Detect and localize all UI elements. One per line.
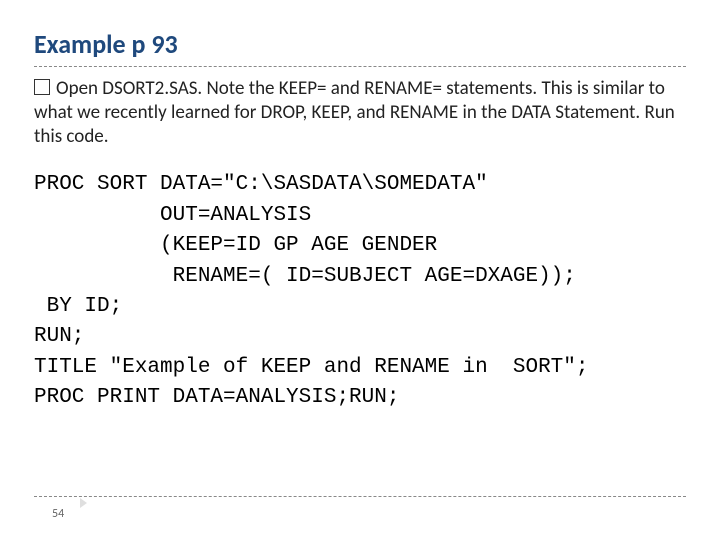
code-line: OUT=ANALYSIS [34, 204, 311, 227]
code-line: RENAME=( ID=SUBJECT AGE=DXAGE)); [34, 265, 576, 288]
footer-arrow-icon [80, 498, 87, 508]
code-line: BY ID; [34, 295, 122, 318]
bullet-text: Open DSORT2.SAS. Note the KEEP= and RENA… [34, 77, 682, 148]
footer: 54 [34, 496, 686, 522]
code-block: PROC SORT DATA="C:\SASDATA\SOMEDATA" OUT… [34, 170, 686, 414]
code-line: PROC SORT DATA="C:\SASDATA\SOMEDATA" [34, 173, 488, 196]
bullet-lead: Open DSORT2.SAS. Note the KEEP= and RENA… [34, 77, 675, 148]
slide-title: Example p 93 [34, 28, 686, 60]
checkbox-icon [34, 79, 50, 95]
code-line: TITLE "Example of KEEP and RENAME in SOR… [34, 356, 589, 379]
page-number: 54 [52, 507, 64, 521]
code-line: PROC PRINT DATA=ANALYSIS;RUN; [34, 386, 399, 409]
code-line: RUN; [34, 325, 84, 348]
code-line: (KEEP=ID GP AGE GENDER [34, 234, 437, 257]
footer-divider [34, 496, 686, 497]
title-divider [34, 66, 686, 67]
